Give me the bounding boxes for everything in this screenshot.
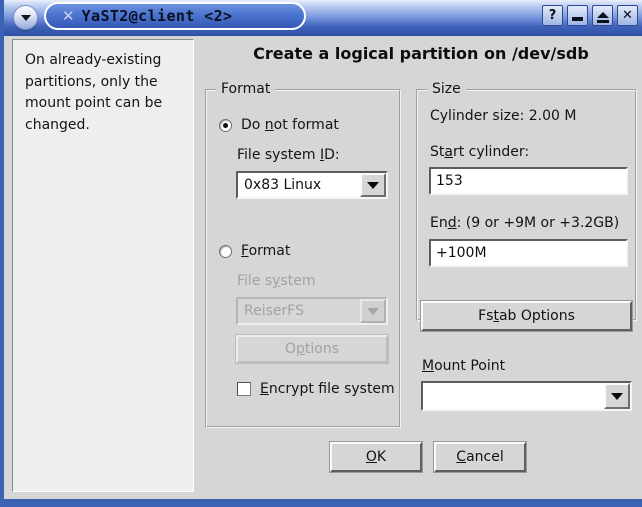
end-input[interactable]: +100M: [429, 239, 628, 267]
chevron-down-icon: [367, 181, 379, 189]
minimize-button[interactable]: [567, 5, 588, 26]
mount-point-dropdown-button[interactable]: [604, 383, 630, 409]
file-system-id-value: 0x83 Linux: [244, 177, 322, 193]
yast-window: ✕ YaST2@client <2> ? ✕ On already-existi…: [0, 0, 642, 507]
end-value: +100M: [436, 245, 487, 261]
file-system-value: ReiserFS: [244, 303, 304, 319]
start-cylinder-label: Start cylinder:: [430, 144, 530, 160]
window-title: YaST2@client <2>: [81, 7, 233, 25]
close-button[interactable]: ✕: [617, 5, 638, 26]
radio-indicator-format: [219, 244, 232, 258]
radio-do-not-format[interactable]: Do not format: [219, 117, 339, 133]
file-system-id-combo[interactable]: 0x83 Linux: [236, 171, 388, 199]
file-system-combo[interactable]: ReiserFS: [236, 297, 388, 325]
window-titlebar: ✕ YaST2@client <2> ? ✕: [4, 0, 642, 36]
size-group-title: Size: [427, 81, 466, 97]
maximize-button[interactable]: [592, 5, 613, 26]
radio-indicator-do-not-format: [219, 118, 232, 132]
cylinder-size-text: Cylinder size: 2.00 M: [430, 108, 577, 124]
window-menu-button[interactable]: [13, 5, 38, 30]
close-icon: ✕: [622, 8, 633, 23]
cancel-button-label: Cancel: [456, 449, 504, 465]
file-system-dropdown-button[interactable]: [360, 299, 386, 323]
window-controls: ? ✕: [542, 5, 638, 26]
radio-dot-icon: [223, 122, 228, 128]
maximize-icon-base: [596, 19, 609, 23]
dialog-content: Create a logical partition on /dev/sdb F…: [200, 36, 642, 499]
cancel-button[interactable]: Cancel: [434, 442, 526, 472]
ok-button[interactable]: OK: [330, 442, 422, 472]
file-system-id-dropdown-button[interactable]: [360, 173, 386, 197]
page-title: Create a logical partition on /dev/sdb: [253, 44, 589, 63]
end-label: End: (9 or +9M or +3.2GB): [430, 215, 620, 231]
radio-label-format: Format: [241, 243, 291, 259]
options-button[interactable]: Options: [236, 335, 388, 363]
radio-format[interactable]: Format: [219, 243, 290, 259]
options-button-label: Options: [284, 341, 340, 357]
radio-label-do-not-format: Do not format: [241, 117, 339, 133]
encrypt-file-system-checkbox[interactable]: Encrypt file system: [237, 381, 395, 397]
file-system-label: File system: [237, 273, 316, 289]
minimize-icon: [572, 16, 583, 21]
mount-point-combo[interactable]: [421, 381, 632, 411]
dialog-client-area: On already-existing partitions, only the…: [8, 36, 642, 499]
x-app-icon: ✕: [62, 6, 75, 25]
question-mark-icon: ?: [548, 8, 557, 23]
start-cylinder-input[interactable]: 153: [429, 167, 628, 195]
checkbox-indicator-encrypt: [237, 382, 251, 396]
chevron-down-icon: [20, 14, 31, 21]
help-button[interactable]: ?: [542, 5, 563, 26]
start-cylinder-value: 153: [436, 173, 463, 189]
chevron-down-icon: [367, 307, 379, 315]
file-system-id-label: File system ID:: [237, 147, 340, 163]
size-groupbox: Size Cylinder size: 2.00 M Start cylinde…: [416, 81, 637, 321]
fstab-options-button[interactable]: Fstab Options: [421, 301, 632, 331]
fstab-options-label: Fstab Options: [478, 308, 575, 324]
format-groupbox: Format Do not format File system ID: 0x8…: [205, 81, 401, 428]
maximize-icon: [596, 12, 609, 18]
mount-point-label: Mount Point: [422, 358, 506, 374]
chevron-down-icon: [611, 392, 623, 400]
ok-button-label: OK: [365, 449, 387, 465]
encrypt-file-system-label: Encrypt file system: [260, 381, 395, 397]
format-group-title: Format: [216, 81, 276, 97]
window-title-capsule: ✕ YaST2@client <2>: [44, 2, 306, 30]
help-text: On already-existing partitions, only the…: [25, 52, 167, 134]
help-panel: On already-existing partitions, only the…: [12, 39, 194, 492]
